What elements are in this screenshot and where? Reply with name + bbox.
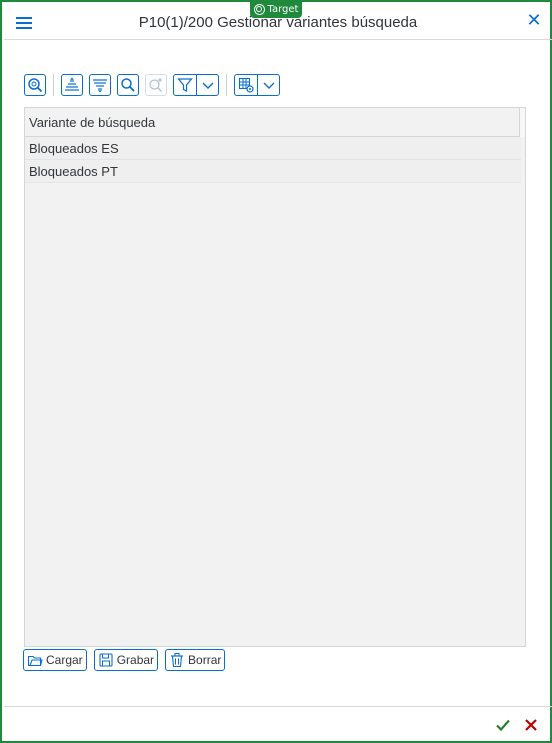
- layout-settings-icon: [238, 77, 254, 93]
- save-button[interactable]: Grabar: [93, 649, 159, 671]
- toolbar-separator: [226, 74, 227, 96]
- table-cell: Bloqueados ES: [29, 140, 119, 156]
- layout-settings-button[interactable]: [235, 75, 257, 95]
- cancel-icon: [525, 719, 537, 731]
- table-row[interactable]: Bloqueados PT: [25, 160, 521, 183]
- sort-descending-button[interactable]: [89, 74, 111, 96]
- close-icon[interactable]: ✕: [526, 12, 542, 30]
- sort-ascending-button[interactable]: [61, 74, 83, 96]
- search-variants-table: Variante de búsqueda Bloqueados ES Bloqu…: [24, 107, 526, 647]
- trash-icon: [171, 653, 184, 668]
- delete-button[interactable]: Borrar: [165, 649, 226, 671]
- dialog-frame: P10(1)/200 Gestionar variantes búsqueda …: [0, 0, 552, 743]
- find-button[interactable]: [117, 74, 139, 96]
- load-button[interactable]: Cargar: [23, 649, 87, 671]
- target-icon: [253, 3, 265, 15]
- table-toolbar: [24, 73, 286, 97]
- chevron-down-icon: [263, 82, 274, 89]
- filter-button[interactable]: [174, 75, 196, 95]
- toolbar-separator: [53, 74, 54, 96]
- cancel-button[interactable]: [522, 716, 540, 734]
- zoom-details-icon: [28, 78, 43, 93]
- checkmark-icon: [496, 719, 510, 732]
- load-button-label: Cargar: [46, 653, 83, 667]
- layout-button-group: [234, 74, 280, 96]
- target-label: Target: [267, 3, 299, 15]
- column-header-label: Variante de búsqueda: [29, 114, 156, 130]
- confirm-button[interactable]: [494, 716, 512, 734]
- layout-dropdown-button[interactable]: [257, 75, 279, 95]
- filter-icon: [177, 78, 193, 92]
- column-header[interactable]: Variante de búsqueda: [25, 108, 525, 137]
- filter-button-group: [173, 74, 219, 96]
- find-icon: [121, 78, 135, 92]
- load-icon: [27, 655, 43, 667]
- find-next-icon: [149, 78, 163, 93]
- find-next-button[interactable]: [145, 74, 167, 96]
- filter-dropdown-button[interactable]: [196, 75, 218, 95]
- zoom-details-button[interactable]: [24, 74, 46, 96]
- sort-descending-icon: [93, 79, 107, 93]
- chevron-down-icon: [202, 82, 213, 89]
- target-badge: Target: [250, 0, 302, 18]
- header-scroll-edge: [519, 108, 525, 137]
- table-row[interactable]: Bloqueados ES: [25, 137, 521, 160]
- save-icon: [99, 653, 113, 667]
- sort-ascending-icon: [65, 77, 79, 91]
- variant-actions: Cargar Grabar Borrar: [23, 649, 226, 671]
- save-button-label: Grabar: [116, 653, 155, 667]
- dialog-footer: [4, 706, 552, 743]
- delete-button-label: Borrar: [188, 653, 222, 667]
- table-cell: Bloqueados PT: [29, 163, 118, 179]
